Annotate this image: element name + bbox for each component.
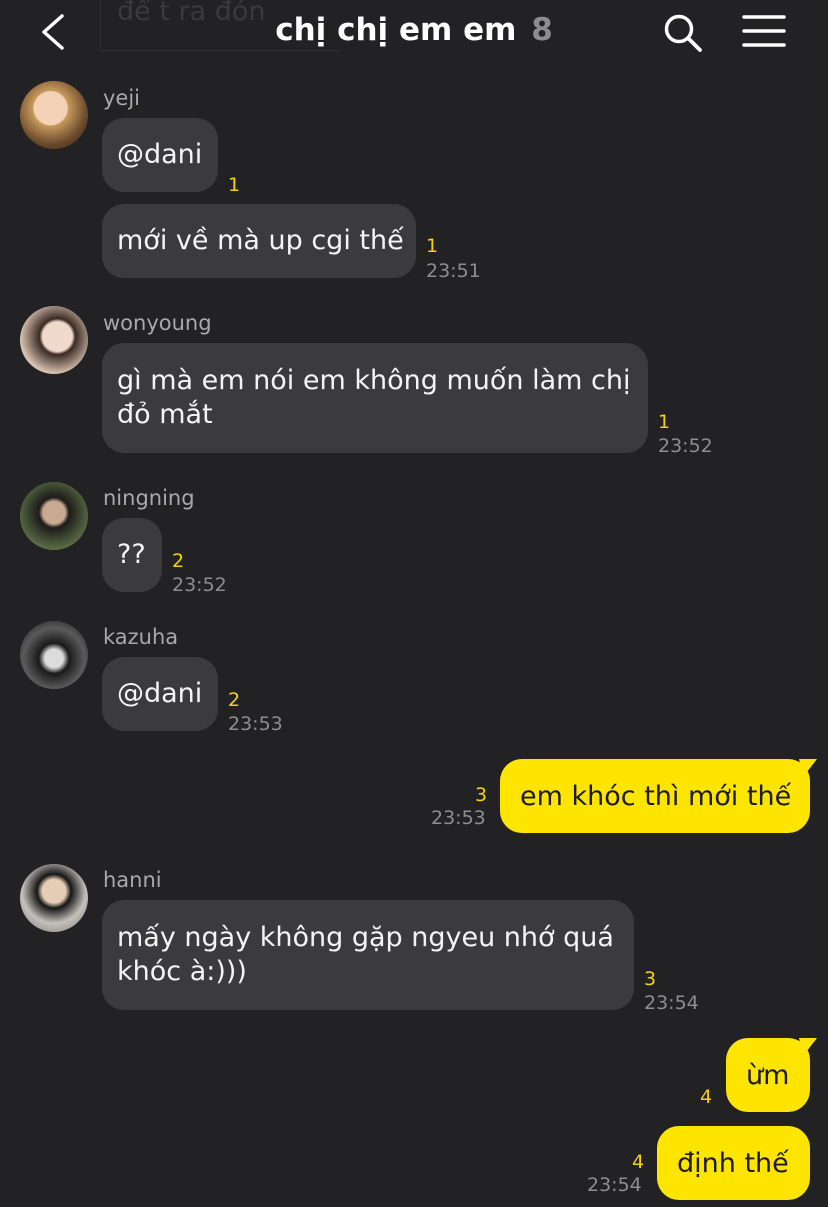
unread-count: 1 xyxy=(228,174,241,196)
message-text-line: đỏ mắt xyxy=(117,399,213,430)
message-text: @dani xyxy=(117,678,203,709)
sender-name: yeji xyxy=(103,86,141,110)
sender-name: wonyoung xyxy=(103,311,212,335)
message-bubble[interactable]: ?? xyxy=(102,518,162,592)
message-bubble[interactable]: @dani xyxy=(102,118,218,192)
avatar-ningning[interactable] xyxy=(20,482,88,550)
message-bubble[interactable]: @dani xyxy=(102,657,218,731)
message-text: định thế xyxy=(677,1148,789,1179)
message-text: ?? xyxy=(117,539,146,570)
bubble-tail xyxy=(799,1038,817,1056)
message-time: 23:54 xyxy=(587,1174,642,1196)
menu-icon[interactable] xyxy=(741,10,787,56)
message-text: mới về mà up cgi thế xyxy=(117,225,404,256)
search-icon[interactable] xyxy=(662,12,704,54)
message-time: 23:54 xyxy=(644,992,699,1014)
chevron-left-icon[interactable] xyxy=(36,12,76,52)
member-count: 8 xyxy=(531,12,553,48)
unread-count: 2 xyxy=(172,550,185,572)
unread-count: 4 xyxy=(700,1086,713,1108)
avatar-yeji[interactable] xyxy=(20,81,88,149)
message-time: 23:52 xyxy=(172,574,227,596)
message-bubble[interactable]: mấy ngày không gặp ngyeu nhớ quá khóc à:… xyxy=(102,900,634,1010)
message-bubble[interactable]: mới về mà up cgi thế xyxy=(102,204,416,278)
unread-count: 1 xyxy=(426,235,439,257)
draft-preview-text: để t ra đón xyxy=(117,0,266,27)
message-time: 23:53 xyxy=(431,807,486,829)
my-message-bubble[interactable]: định thế xyxy=(657,1126,810,1200)
message-bubble[interactable]: gì mà em nói em không muốn làm chị đỏ mắ… xyxy=(102,343,648,453)
avatar-kazuha[interactable] xyxy=(20,621,88,689)
message-text-line: gì mà em nói em không muốn làm chị xyxy=(117,365,631,396)
sender-name: hanni xyxy=(103,868,162,892)
avatar-hanni[interactable] xyxy=(20,864,88,932)
unread-count: 3 xyxy=(644,968,657,990)
my-message-bubble[interactable]: ừm xyxy=(726,1038,810,1112)
message-time: 23:53 xyxy=(228,713,283,735)
avatar-wonyoung[interactable] xyxy=(20,306,88,374)
bubble-tail xyxy=(799,759,817,777)
my-message-bubble[interactable]: em khóc thì mới thế xyxy=(500,759,810,833)
sender-name: kazuha xyxy=(103,625,179,649)
chat-header: để t ra đón chị chị em em 8 xyxy=(0,0,828,70)
unread-count: 3 xyxy=(475,784,488,806)
message-text-line: khóc à:))) xyxy=(117,956,247,987)
sender-name: ningning xyxy=(103,486,195,510)
message-text: @dani xyxy=(117,139,203,170)
message-time: 23:52 xyxy=(658,435,713,457)
message-text-line: mấy ngày không gặp ngyeu nhớ quá xyxy=(117,922,614,953)
message-text: ừm xyxy=(746,1060,790,1091)
unread-count: 2 xyxy=(228,689,241,711)
draft-preview: để t ra đón xyxy=(100,0,341,51)
message-text: em khóc thì mới thế xyxy=(520,781,792,812)
unread-count: 4 xyxy=(632,1151,645,1173)
message-time: 23:51 xyxy=(426,260,481,282)
unread-count: 1 xyxy=(658,411,671,433)
